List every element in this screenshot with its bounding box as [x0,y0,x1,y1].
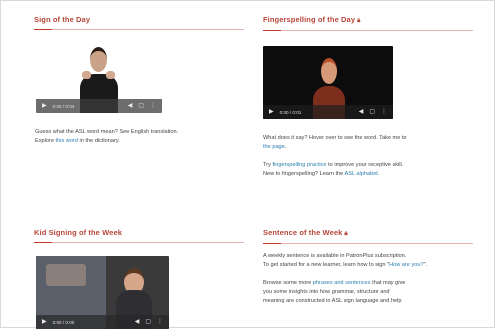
sentence-how-are-you-line: To get started for a new learner, learn … [263,261,488,270]
sentence-grammar-line: you some insights into how grammar, stru… [263,289,390,295]
sentence-of-week-body: A weekly sentence is available in Patron… [263,252,488,306]
signer-hand [106,71,115,79]
video-time: 0:00 / 0:01 [279,109,302,115]
fingerspelling-practice-line: Try fingerspelling practice to improve y… [263,161,478,170]
kid-signing-video[interactable]: ▶ 0:00 / 0:00 ◀ ▢ ⋮ [36,256,169,329]
fingerspelling-video[interactable]: ▶ 0:00 / 0:01 ◀ ▢ ⋮ [263,46,393,119]
the-page-link[interactable]: the page [263,144,285,150]
fingerspelling-text: What does it say? Hover over to see the … [263,134,478,143]
fingerspelling-alphabet-line: New to fingerspelling? Learn the ASL alp… [263,170,478,179]
kid-signing-card: Kid Signing of the Week [34,228,244,243]
signer-head [90,47,107,72]
video-controls: ▶ 0:00 / 0:00 ◀ ▢ ⋮ [36,315,169,329]
how-are-you-link[interactable]: How are you? [389,262,424,268]
play-icon[interactable]: ▶ [42,319,47,325]
asl-alphabet-link[interactable]: ASL alphabet [344,171,377,177]
sentence-of-week-title-text: Sentence of the Week [263,228,343,237]
section-divider [263,243,473,244]
sign-of-day-explore: Explore this word in the dictionary. [35,137,245,146]
lock-icon: 🔒︎ [344,231,348,237]
lock-icon: 🔒︎ [357,18,361,24]
text-fragment: To get started for a new learner, learn … [263,262,390,268]
fingerspelling-page-line: the page. [263,143,478,152]
section-divider [34,29,244,30]
kid-signing-title: Kid Signing of the Week [34,228,122,237]
sign-of-day-body: Guess what the ASL word mean? See Englis… [35,128,245,146]
text-fragment: New to fingerspelling? Learn the [263,171,345,177]
section-divider [34,242,244,243]
video-controls: ▶ 0:00 / 0:04 ◀ ▢ ⋮ [36,99,162,113]
sign-of-day-title: Sign of the Day [34,15,91,24]
fingerspelling-card: Fingerspelling of the Day 🔒︎ [263,15,473,31]
volume-icon[interactable]: ◀ [135,319,140,325]
word-of-day-page: Sign of the Day ▶ 0:00 / 0:04 ◀ ▢ ⋮ Gues… [0,0,495,329]
fullscreen-icon[interactable]: ▢ [369,109,375,115]
text-fragment: that may give [370,280,406,286]
speller-head [321,58,337,84]
fingerspelling-body: What does it say? Hover over to see the … [263,134,478,179]
text-fragment: . [377,171,380,177]
fingerspelling-practice-link[interactable]: fingerspelling practice [272,162,326,168]
this-word-link[interactable]: this word [56,138,78,144]
fullscreen-icon[interactable]: ▢ [138,103,144,109]
sentence-subscription-text: A weekly sentence is available in Patron… [263,253,407,259]
sign-of-day-text: Guess what the ASL word mean? See Englis… [35,129,179,135]
text-fragment: What does it say? Hover over to see the … [263,135,407,141]
play-icon[interactable]: ▶ [42,103,47,109]
more-icon[interactable]: ⋮ [157,319,163,325]
sentence-of-week-title: Sentence of the Week 🔒︎ [263,228,473,238]
video-scene [46,264,86,286]
video-time: 0:00 / 0:00 [52,319,75,325]
more-icon[interactable]: ⋮ [381,109,387,115]
volume-icon[interactable]: ◀ [359,109,364,115]
section-divider [263,30,473,31]
text-fragment: in the dictionary. [77,138,120,144]
signer-hand [82,71,91,79]
fingerspelling-title-text: Fingerspelling of the Day [263,15,356,24]
sign-of-day-card: Sign of the Day [34,15,244,30]
sentence-meaning-line: meaning are constructed in ASL sign lang… [263,298,402,304]
more-icon[interactable]: ⋮ [150,103,156,109]
volume-icon[interactable]: ◀ [128,103,133,109]
fingerspelling-title: Fingerspelling of the Day 🔒︎ [263,15,473,25]
sentence-browse-line: Browse some more phrases and sentences t… [263,279,488,288]
text-fragment: to improve your receptive skill. [326,162,404,168]
text-fragment: ". [423,262,428,268]
play-icon[interactable]: ▶ [269,109,274,115]
sentence-of-week-card: Sentence of the Week 🔒︎ [263,228,473,244]
phrases-and-sentences-link[interactable]: phrases and sentences [313,280,371,286]
text-fragment: Explore [35,138,56,144]
video-controls: ▶ 0:00 / 0:01 ◀ ▢ ⋮ [263,105,393,119]
video-time: 0:00 / 0:04 [52,103,75,109]
text-fragment: Browse some more [263,280,313,286]
fullscreen-icon[interactable]: ▢ [145,319,151,325]
text-fragment: . [284,144,287,150]
sign-of-day-video[interactable]: ▶ 0:00 / 0:04 ◀ ▢ ⋮ [36,41,162,113]
